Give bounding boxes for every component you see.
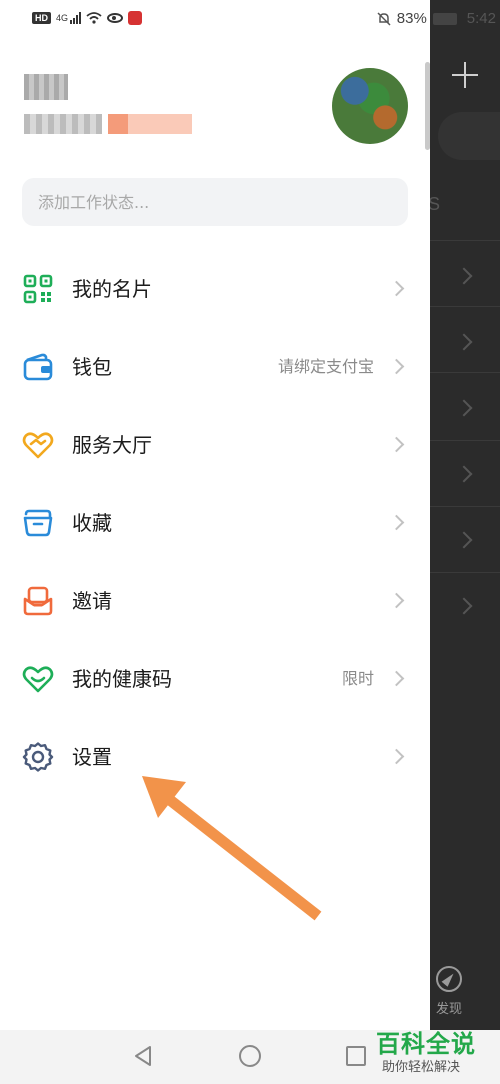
wifi-icon (86, 12, 102, 24)
gear-icon (22, 742, 54, 772)
health-heart-icon (22, 666, 54, 693)
app-notification-icon (128, 11, 143, 25)
menu-item-label: 我的名片 (72, 277, 152, 301)
chevron-right-icon (388, 280, 405, 297)
work-status-input[interactable] (22, 178, 408, 226)
menu-item-service-hall[interactable]: 服务大厅 (0, 406, 430, 484)
scrollbar-thumb[interactable] (425, 62, 430, 150)
background-divider (430, 506, 500, 507)
chevron-right-icon (388, 670, 405, 687)
menu-item-my-card[interactable]: 我的名片 (0, 250, 430, 328)
clock: 5:42 (466, 10, 496, 27)
home-icon[interactable] (239, 1045, 261, 1067)
background-divider (430, 572, 500, 573)
chevron-right-icon (388, 514, 405, 531)
chevron-right-icon (388, 592, 405, 609)
eye-icon (107, 13, 124, 23)
invite-icon (23, 586, 53, 616)
heart-handshake-icon (22, 432, 54, 459)
qr-code-icon (23, 274, 53, 304)
avatar[interactable] (332, 68, 408, 144)
status-bar: HD 4G 83% 5:42 (0, 0, 500, 42)
menu-item-favorites[interactable]: 收藏 (0, 484, 430, 562)
menu-item-health-code[interactable]: 我的健康码 限时 (0, 640, 430, 718)
menu-item-hint: 请绑定支付宝 (277, 357, 374, 376)
menu-item-wallet[interactable]: 钱包 请绑定支付宝 (0, 328, 430, 406)
profile-name-blurred[interactable] (24, 74, 68, 100)
signal-icon (70, 12, 82, 24)
back-icon[interactable] (133, 1045, 153, 1067)
menu-item-label: 服务大厅 (72, 433, 152, 457)
watermark-subtitle: 助你轻松解决 (382, 1060, 461, 1075)
side-drawer: HD 4G 83% 5:42 添加工作状态... 我的名片 钱包 请绑定支付宝 … (0, 0, 496, 1030)
background-discover-label: 发现 (436, 1002, 463, 1017)
menu-item-settings[interactable]: 设置 (0, 718, 430, 796)
network-type: 4G (56, 13, 69, 23)
background-divider (430, 306, 500, 307)
menu-item-invite[interactable]: 邀请 (0, 562, 430, 640)
compass-icon (436, 966, 462, 992)
watermark: 百科全说 助你轻松解决 (372, 1024, 496, 1080)
hd-indicator: HD (32, 12, 51, 24)
background-divider (430, 440, 500, 441)
menu-item-label: 收藏 (72, 511, 112, 535)
watermark-title: 百科全说 (376, 1030, 476, 1058)
muted-bell-icon (377, 11, 391, 26)
menu-item-label: 钱包 (72, 355, 112, 379)
chevron-right-icon (388, 748, 405, 765)
menu-item-label: 我的健康码 (72, 667, 172, 691)
menu-item-hint: 限时 (341, 669, 374, 688)
folder-icon (23, 509, 53, 537)
add-icon (452, 62, 478, 88)
background-divider (430, 240, 500, 241)
recent-apps-icon[interactable] (346, 1046, 366, 1066)
background-search-pill (438, 112, 500, 160)
background-divider (430, 372, 500, 373)
menu-item-label: 邀请 (72, 589, 112, 613)
chevron-right-icon (388, 358, 405, 375)
battery-percent: 83% (396, 10, 427, 27)
battery-icon (432, 12, 457, 25)
chevron-right-icon (388, 436, 405, 453)
wallet-icon (23, 353, 53, 381)
profile-id-blurred (24, 114, 102, 134)
profile-tag-blurred (108, 114, 192, 134)
menu-item-label: 设置 (72, 745, 112, 769)
